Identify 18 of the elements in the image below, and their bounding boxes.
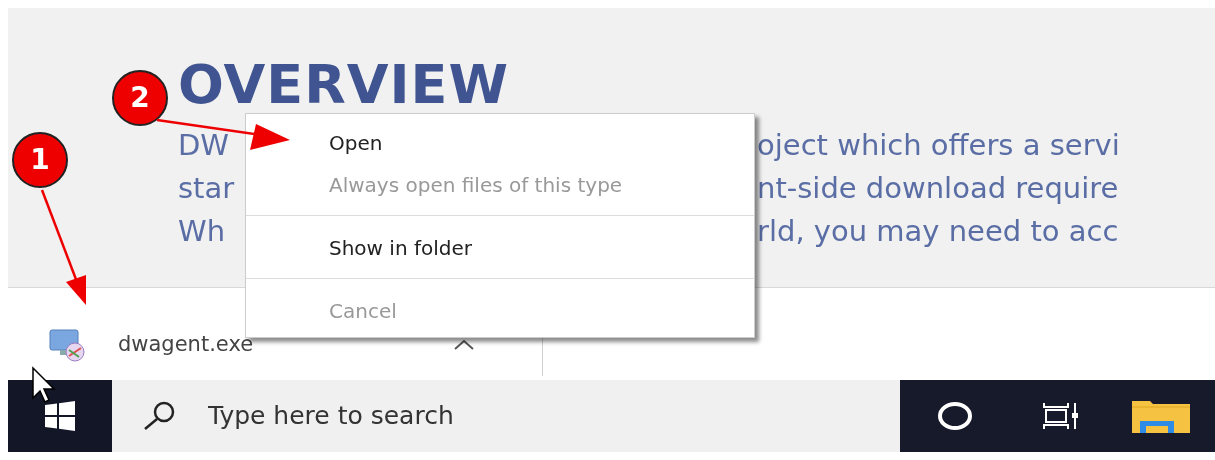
menu-item[interactable]: Open [246, 122, 754, 164]
file-name[interactable]: dwagent.exe [118, 329, 254, 361]
circle-icon[interactable] [937, 401, 973, 431]
start-button[interactable] [8, 380, 112, 452]
program-icon [48, 328, 88, 362]
paragraph-text: star [178, 171, 235, 205]
caret-icon[interactable] [453, 339, 476, 351]
paragraph-text: DW [178, 128, 229, 162]
page-heading: OVERVIEW [178, 58, 511, 112]
paragraph-text: oject which offers a servi [757, 127, 1120, 164]
task-view-icon[interactable] [1041, 401, 1079, 431]
menu-item[interactable]: Show in folder [246, 227, 754, 269]
folder-icon[interactable] [1132, 399, 1190, 433]
paragraph-text: Wh [178, 214, 226, 248]
paragraph-text: rld, you may need to acc [757, 213, 1119, 250]
windows-logo-icon [45, 401, 75, 431]
paragraph-text: nt-side download require [757, 170, 1119, 207]
search-bar[interactable]: Type here to search [112, 380, 900, 452]
